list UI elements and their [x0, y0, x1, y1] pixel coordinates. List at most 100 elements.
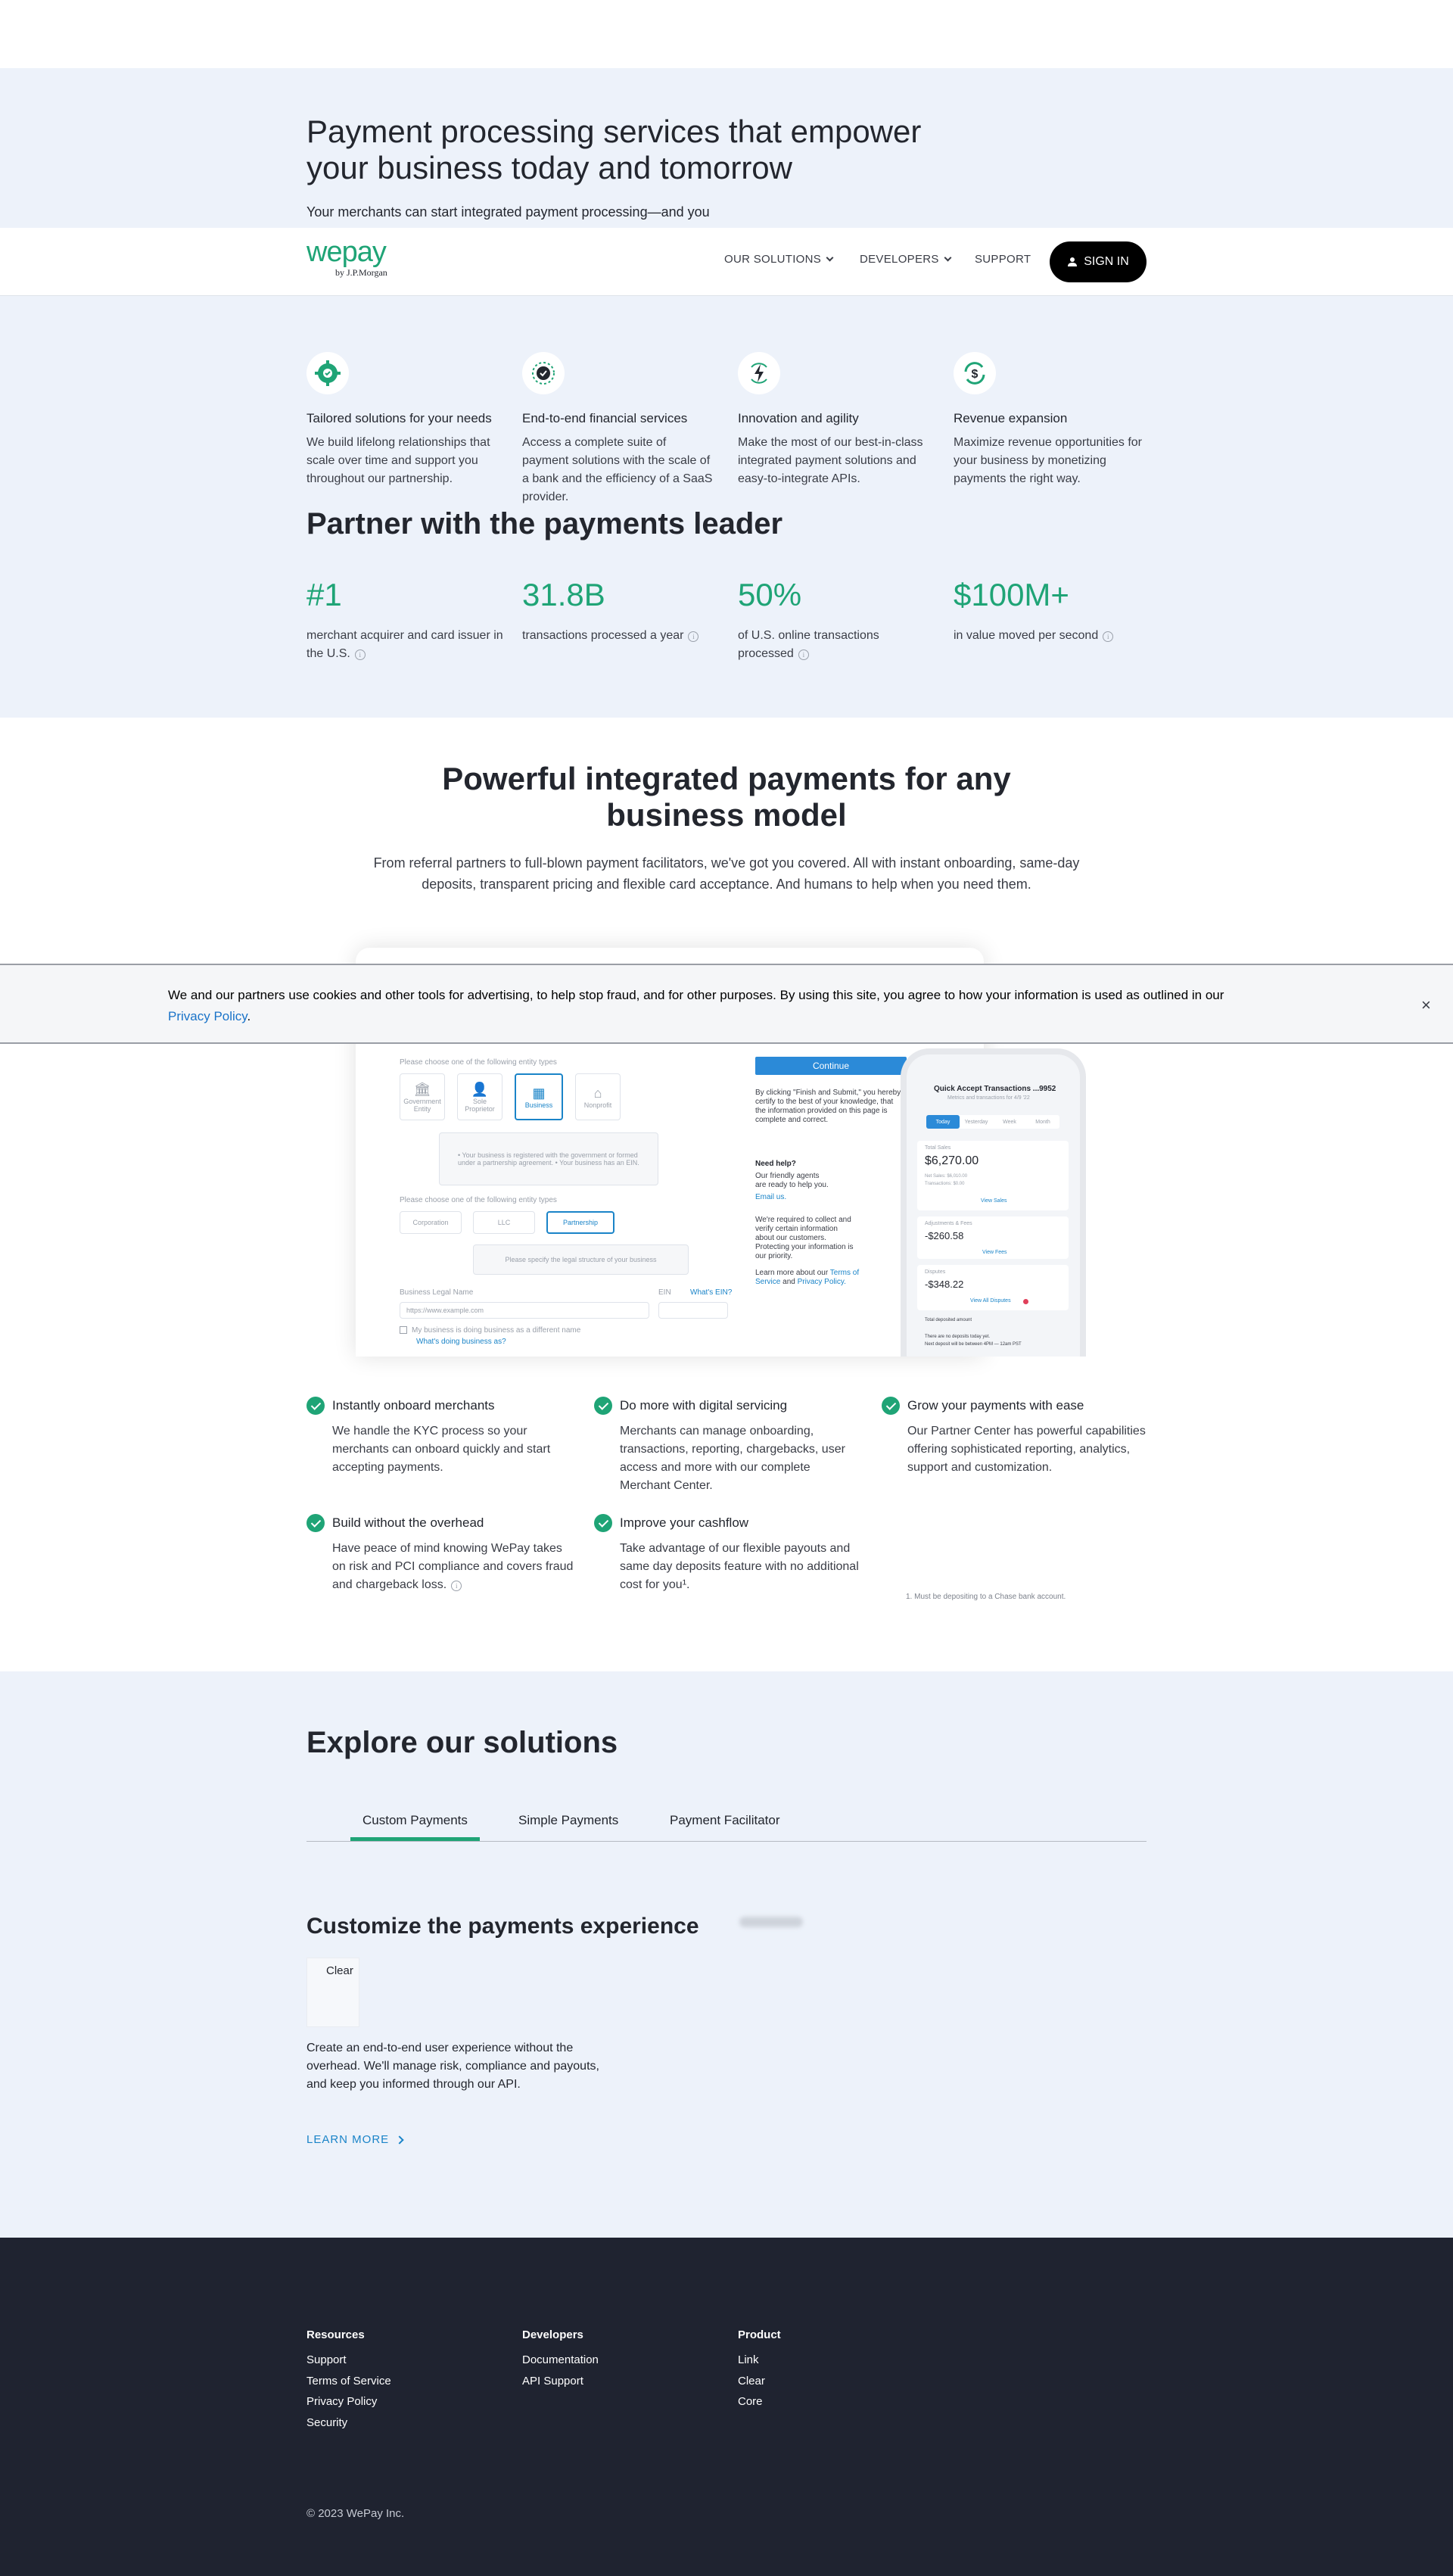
chevron-down-icon — [826, 254, 834, 262]
footer-link-terms[interactable]: Terms of Service — [306, 2371, 391, 2392]
entity-option-selected[interactable]: ▦ Business — [515, 1073, 563, 1120]
whats-ein-link[interactable]: What's EIN? — [690, 1288, 732, 1297]
phone-tab-today[interactable]: Today — [926, 1115, 960, 1129]
person-icon: 👤 — [471, 1081, 489, 1097]
footer-link-support[interactable]: Support — [306, 2350, 391, 2371]
business-notes: • Your business is registered with the g… — [439, 1132, 658, 1185]
info-icon[interactable]: i — [688, 631, 699, 642]
legal-name-input[interactable]: https://www.example.com — [400, 1302, 649, 1319]
copyright: © 2023 WePay Inc. — [306, 2507, 405, 2520]
email-us-link[interactable]: Email us. — [755, 1193, 786, 1201]
learn-more-link[interactable]: LEARN MORE — [306, 2133, 404, 2146]
structure-option[interactable]: Corporation — [400, 1211, 462, 1234]
view-sales-link[interactable]: View Sales — [981, 1198, 1007, 1204]
view-fees-link[interactable]: View Fees — [982, 1250, 1007, 1255]
close-icon[interactable]: × — [1421, 995, 1431, 1015]
benefit-desc: Have peace of mind knowing WePay takes o… — [332, 1540, 574, 1594]
checkbox-box[interactable] — [400, 1326, 407, 1335]
phone-tab-yesterday[interactable]: Yesterday — [960, 1115, 993, 1129]
benefit-desc: Merchants can manage onboarding, transac… — [620, 1425, 845, 1492]
benefit-item: Instantly onboard merchants We handle th… — [306, 1397, 571, 1477]
footer-link-core[interactable]: Core — [738, 2391, 781, 2412]
continue-button[interactable]: Continue — [755, 1057, 907, 1075]
footer-link-security[interactable]: Security — [306, 2412, 391, 2434]
sign-in-label: SIGN IN — [1084, 255, 1129, 268]
dispute-label: Disputes — [925, 1269, 946, 1275]
info-icon[interactable]: i — [451, 1581, 462, 1591]
feature-desc: Maximize revenue opportunities for your … — [954, 436, 1143, 485]
cookie-privacy-link[interactable]: Privacy Policy — [168, 1009, 247, 1023]
deposit-note-1: There are no deposits today yet. — [925, 1335, 991, 1339]
tab-payment-facilitator[interactable]: Payment Facilitator — [670, 1813, 780, 1828]
benefit-item: Do more with digital servicing Merchants… — [594, 1397, 859, 1495]
structure-option-selected[interactable]: Partnership — [546, 1211, 614, 1234]
benefit-title: Grow your payments with ease — [907, 1398, 1084, 1413]
dba-link[interactable]: What's doing business as? — [416, 1338, 506, 1346]
check-circle-icon — [306, 1514, 325, 1532]
entity-label: Government Entity — [403, 1097, 441, 1113]
footer-link-api-support[interactable]: API Support — [522, 2371, 599, 2392]
footer-link-documentation[interactable]: Documentation — [522, 2350, 599, 2371]
view-disputes-link[interactable]: View All Disputes — [970, 1298, 1011, 1304]
cookie-message: We and our partners use cookies and othe… — [168, 988, 1224, 1002]
ein-input[interactable] — [658, 1302, 728, 1319]
legal-name-label: Business Legal Name — [400, 1288, 474, 1297]
footer-link-clear[interactable]: Clear — [738, 2371, 781, 2392]
dba-checkbox-label: My business is doing business as a diffe… — [412, 1326, 581, 1335]
entity-label: Business — [524, 1101, 553, 1109]
footer-heading: Resources — [306, 2328, 365, 2341]
stat-value: $100M+ — [954, 577, 1069, 612]
phone-tabs: Today Yesterday Week Month — [926, 1115, 1059, 1129]
nav-support[interactable]: SUPPORT — [975, 253, 1031, 266]
feature-desc: We build lifelong relationships that sca… — [306, 436, 490, 485]
business-icon: ▦ — [532, 1085, 546, 1101]
total-sales-card: Total Sales $6,270.00 Net Sales: $6,010.… — [917, 1141, 1069, 1210]
footer-column-resources: Resources Support Terms of Service Priva… — [306, 2328, 391, 2433]
help-text: Our friendly agents are ready to help yo… — [755, 1172, 829, 1189]
wepay-logo[interactable]: wepay by J.P.Morgan — [306, 237, 387, 278]
info-icon[interactable]: i — [354, 649, 366, 660]
info-icon[interactable]: i — [1103, 631, 1114, 642]
phone-tab-month[interactable]: Month — [1026, 1115, 1059, 1129]
deposit-label: Total deposited amount — [925, 1318, 972, 1322]
benefit-title: Improve your cashflow — [620, 1515, 749, 1530]
sign-in-button[interactable]: SIGN IN — [1050, 241, 1147, 282]
stat-item: $100M+ in value moved per second i — [954, 577, 1150, 645]
stat-label-text: in value moved per second — [954, 629, 1099, 642]
entity-option[interactable]: 🏛 Government Entity — [400, 1073, 445, 1120]
hero-title: Payment processing services that empower… — [306, 114, 922, 185]
entity-label: Nonprofit — [583, 1101, 612, 1109]
footer-link-link[interactable]: Link — [738, 2350, 781, 2371]
logo-label: Clear — [326, 1964, 353, 1977]
explore-section: Explore our solutions Custom Payments Si… — [0, 1671, 1453, 2238]
phone-tab-week[interactable]: Week — [993, 1115, 1026, 1129]
gear-check-icon — [306, 352, 349, 394]
footer-link-privacy[interactable]: Privacy Policy — [306, 2391, 391, 2412]
entity-prompt: Please choose one of the following entit… — [400, 1058, 557, 1067]
chevron-down-icon — [944, 254, 952, 262]
entity-prompt-2: Please choose one of the following entit… — [400, 1196, 557, 1204]
disputes-card: Disputes -$348.22 View All Disputes — [917, 1265, 1069, 1310]
nav-developers[interactable]: DEVELOPERS — [860, 253, 952, 266]
info-icon[interactable]: i — [798, 649, 809, 660]
stat-value: 50% — [738, 577, 802, 612]
integrated-desc: From referral partners to full-blown pay… — [373, 855, 1080, 892]
benefit-title: Instantly onboard merchants — [332, 1398, 495, 1413]
nav-our-solutions[interactable]: OUR SOLUTIONS — [724, 253, 834, 266]
privacy-link[interactable]: Privacy Policy. — [798, 1278, 846, 1286]
tab-custom-payments[interactable]: Custom Payments — [350, 1813, 480, 1841]
benefit-item: Grow your payments with ease Our Partner… — [882, 1397, 1147, 1477]
logo-sub: by J.P.Morgan — [335, 267, 387, 278]
footnote: 1. Must be depositing to a Chase bank ac… — [906, 1593, 1066, 1601]
dba-checkbox[interactable]: My business is doing business as a diffe… — [400, 1326, 580, 1335]
tab-simple-payments[interactable]: Simple Payments — [518, 1813, 618, 1828]
footer-heading: Product — [738, 2328, 781, 2341]
legal-structure-hint: Please specify the legal structure of yo… — [473, 1244, 689, 1275]
entity-option[interactable]: 👤 Sole Proprietor — [457, 1073, 502, 1120]
svg-text:$: $ — [972, 368, 979, 381]
footer-heading: Developers — [522, 2328, 583, 2341]
benefit-desc: Our Partner Center has powerful capabili… — [907, 1425, 1146, 1474]
entity-option[interactable]: ⌂ Nonprofit — [575, 1073, 621, 1120]
structure-option[interactable]: LLC — [473, 1211, 535, 1234]
nav-label: SUPPORT — [975, 253, 1031, 266]
